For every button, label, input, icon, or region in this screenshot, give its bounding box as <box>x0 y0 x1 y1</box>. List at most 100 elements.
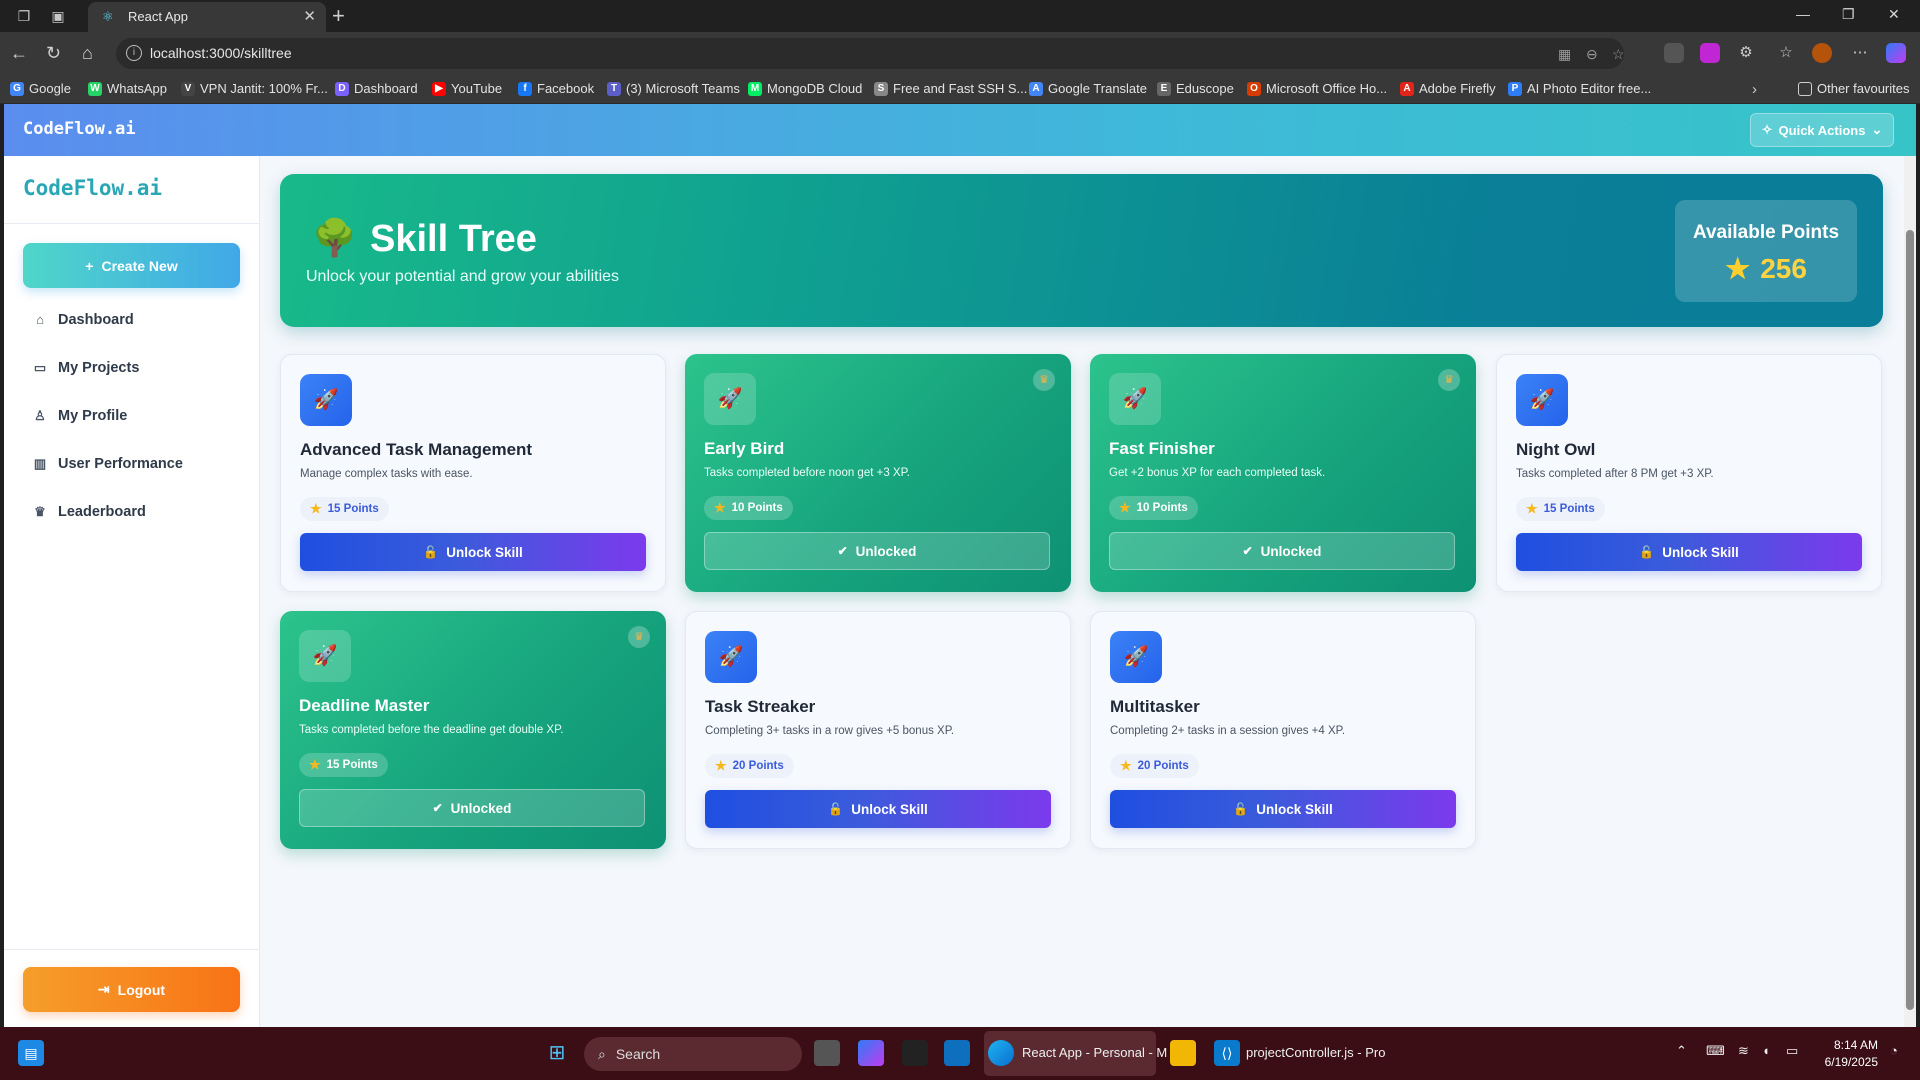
sidebar-item-my-projects[interactable]: ▭ My Projects <box>32 355 140 381</box>
back-icon[interactable]: ← <box>10 42 28 64</box>
app-available-icon[interactable]: ▦ <box>1558 46 1571 63</box>
notifications-icon[interactable]: ◔ <box>1890 1043 1898 1058</box>
bookmark-favicon-icon: W <box>88 81 102 96</box>
bookmark-favicon-icon: D <box>335 81 349 96</box>
bookmark-item[interactable]: P AI Photo Editor free... <box>1508 81 1651 96</box>
bookmark-item[interactable]: G Google <box>10 81 71 96</box>
bookmark-item[interactable]: M MongoDB Cloud <box>748 81 862 96</box>
top-navbar: CodeFlow.ai ✧ Quick Actions ⌄ <box>4 104 1916 156</box>
lock-icon: 🔓 <box>828 802 844 816</box>
bookmark-item[interactable]: ▶ YouTube <box>432 81 502 96</box>
skill-points-badge: ★ 20 Points <box>705 754 794 778</box>
star-icon: ★ <box>1725 253 1751 284</box>
sidebar-item-leaderboard[interactable]: ♛ Leaderboard <box>32 499 146 525</box>
taskbar-edge-active[interactable]: React App - Personal - M <box>984 1031 1167 1076</box>
home-icon[interactable]: ⌂ <box>82 42 93 64</box>
other-favourites[interactable]: Other favourites <box>1798 81 1910 96</box>
tab-actions-icon[interactable]: ▣ <box>48 6 68 26</box>
bookmark-favicon-icon: T <box>607 81 621 96</box>
skill-description: Completing 3+ tasks in a row gives +5 bo… <box>705 725 955 737</box>
more-menu-icon[interactable]: ⋯ <box>1850 43 1870 63</box>
taskbar-search[interactable]: ⌕ Search <box>584 1037 802 1071</box>
bookmark-item[interactable]: W WhatsApp <box>88 81 167 96</box>
logout-button[interactable]: ⇥ Logout <box>23 967 240 1012</box>
extension-shield-icon[interactable] <box>1664 43 1684 63</box>
bookmark-item[interactable]: S Free and Fast SSH S... <box>874 81 1027 96</box>
bookmark-item[interactable]: T (3) Microsoft Teams <box>607 81 740 96</box>
chevron-right-icon[interactable]: › <box>1752 81 1757 98</box>
profile-avatar[interactable] <box>1812 43 1832 63</box>
page-subtitle: Unlock your potential and grow your abil… <box>306 268 620 285</box>
refresh-icon[interactable]: ↻ <box>46 42 61 64</box>
url-text: localhost:3000/skilltree <box>150 45 292 61</box>
star-icon: ★ <box>310 501 322 516</box>
skill-description: Manage complex tasks with ease. <box>300 468 473 480</box>
sidebar-item-user-performance[interactable]: ▥ User Performance <box>32 451 183 477</box>
copilot-icon[interactable] <box>1886 43 1906 63</box>
bookmark-item[interactable]: D Dashboard <box>335 81 418 96</box>
sidebar-item-dashboard[interactable]: ⌂ Dashboard <box>32 307 134 333</box>
vscode-label[interactable]: projectController.js - Pro <box>1246 1045 1385 1060</box>
skill-points-badge: ★ 10 Points <box>1109 496 1198 520</box>
volume-icon[interactable]: ◖ <box>1762 1043 1770 1058</box>
system-clock[interactable]: 8:14 AM 6/19/2025 <box>1825 1037 1878 1071</box>
bookmark-item[interactable]: O Microsoft Office Ho... <box>1247 81 1387 96</box>
bookmark-label: Google Translate <box>1048 81 1148 96</box>
workspaces-icon[interactable]: ❐ <box>14 6 34 26</box>
button-label: Unlock Skill <box>446 544 523 560</box>
restore-icon[interactable]: ❐ <box>1842 6 1855 23</box>
create-new-button[interactable]: + Create New <box>23 243 240 288</box>
unlocked-button[interactable]: ✔ Unlocked <box>1109 532 1455 570</box>
unlock-skill-button[interactable]: 🔓 Unlock Skill <box>1516 533 1862 571</box>
extensions-puzzle-icon[interactable]: ⚙ <box>1736 43 1756 63</box>
bookmark-item[interactable]: V VPN Jantit: 100% Fr... <box>181 81 328 96</box>
skill-points-badge: ★ 15 Points <box>300 497 389 521</box>
battery-icon[interactable]: ▭ <box>1786 1043 1798 1059</box>
app-icon[interactable] <box>902 1040 928 1066</box>
new-tab-icon[interactable]: + <box>332 3 345 29</box>
favorite-star-icon[interactable]: ☆ <box>1612 46 1625 63</box>
unlocked-button[interactable]: ✔ Unlocked <box>299 789 645 827</box>
scrollbar-thumb[interactable] <box>1906 230 1914 1010</box>
skill-name: Early Bird <box>704 439 785 458</box>
widgets-icon[interactable]: ▤ <box>18 1040 44 1066</box>
bookmark-item[interactable]: f Facebook <box>518 81 594 96</box>
bookmark-item[interactable]: A Adobe Firefly <box>1400 81 1496 96</box>
photos-icon[interactable] <box>944 1040 970 1066</box>
close-tab-icon[interactable]: ✕ <box>303 7 316 25</box>
skill-card: 🚀 Multitasker Completing 2+ tasks in a ses… <box>1090 611 1476 849</box>
sidebar-item-my-profile[interactable]: ♙ My Profile <box>32 403 127 429</box>
sidebar-brand[interactable]: CodeFlow.ai <box>23 176 162 200</box>
zoom-icon[interactable]: ⊖ <box>1586 46 1598 63</box>
vscode-icon[interactable]: ⟨⟩ <box>1214 1040 1240 1066</box>
file-explorer-icon[interactable] <box>1170 1040 1196 1066</box>
wifi-icon[interactable]: ≋ <box>1738 1043 1749 1059</box>
sidebar-item-label: My Projects <box>58 360 140 376</box>
chevron-up-icon[interactable]: ⌃ <box>1676 1043 1687 1059</box>
url-field[interactable]: i localhost:3000/skilltree ▦ ⊖ ☆ <box>116 38 1625 69</box>
bookmark-label: WhatsApp <box>107 81 167 96</box>
minimize-icon[interactable]: — <box>1796 6 1810 22</box>
skill-card: 🚀 ♛ Deadline Master Tasks completed before … <box>280 611 666 849</box>
navbar-brand[interactable]: CodeFlow.ai <box>23 119 136 139</box>
quick-actions-button[interactable]: ✧ Quick Actions ⌄ <box>1750 113 1894 147</box>
keyboard-icon[interactable]: ⌨ <box>1706 1043 1725 1059</box>
site-info-icon[interactable]: i <box>126 45 142 61</box>
unlock-skill-button[interactable]: 🔓 Unlock Skill <box>705 790 1051 828</box>
button-label: Unlock Skill <box>1256 801 1333 817</box>
favorites-icon[interactable]: ☆ <box>1776 43 1796 63</box>
unlock-skill-button[interactable]: 🔓 Unlock Skill <box>1110 790 1456 828</box>
windows-start-icon[interactable]: ⊞ <box>544 1040 570 1066</box>
close-window-icon[interactable]: ✕ <box>1888 6 1900 23</box>
bookmark-item[interactable]: E Eduscope <box>1157 81 1234 96</box>
copilot-taskbar-icon[interactable] <box>858 1040 884 1066</box>
scrollbar[interactable] <box>1904 156 1916 1027</box>
task-view-icon[interactable] <box>814 1040 840 1066</box>
bookmark-item[interactable]: A Google Translate <box>1029 81 1147 96</box>
unlocked-button[interactable]: ✔ Unlocked <box>704 532 1050 570</box>
windows-taskbar: ▤ ⊞ ⌕ Search React App - Personal - M ⟨⟩… <box>0 1027 1920 1080</box>
extension-icon[interactable] <box>1700 43 1720 63</box>
unlock-skill-button[interactable]: 🔓 Unlock Skill <box>300 533 646 571</box>
rocket-icon: 🚀 <box>1516 374 1568 426</box>
browser-tab[interactable]: ⚛ React App ✕ <box>88 2 326 32</box>
